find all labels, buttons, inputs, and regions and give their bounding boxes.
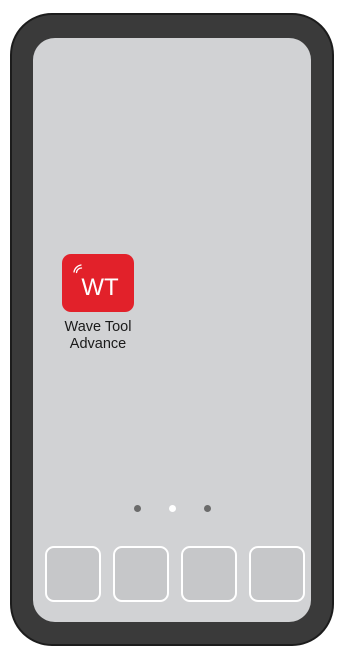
dock-slot-2[interactable]	[113, 546, 169, 602]
wt-logo-text: WT	[81, 274, 119, 301]
dock	[45, 546, 307, 602]
app-wave-tool-advance[interactable]: WT Wave Tool Advance	[51, 254, 145, 353]
home-screen: WT Wave Tool Advance	[33, 38, 311, 622]
page-dot-1[interactable]	[133, 505, 141, 512]
app-label: Wave Tool Advance	[65, 319, 132, 353]
dock-slot-3[interactable]	[181, 546, 237, 602]
page-indicator	[33, 505, 311, 512]
dock-slot-1[interactable]	[45, 546, 101, 602]
app-label-line-1: Wave Tool	[64, 319, 132, 335]
dock-slot-4[interactable]	[249, 546, 305, 602]
wt-logo-icon: WT	[62, 254, 134, 312]
page-dot-2-active[interactable]	[168, 505, 176, 512]
page-dot-3[interactable]	[203, 505, 211, 512]
phone-frame: WT Wave Tool Advance	[10, 13, 334, 646]
wt-logo-graphic: WT	[73, 264, 119, 301]
app-label-line-2: Advance	[69, 336, 127, 352]
